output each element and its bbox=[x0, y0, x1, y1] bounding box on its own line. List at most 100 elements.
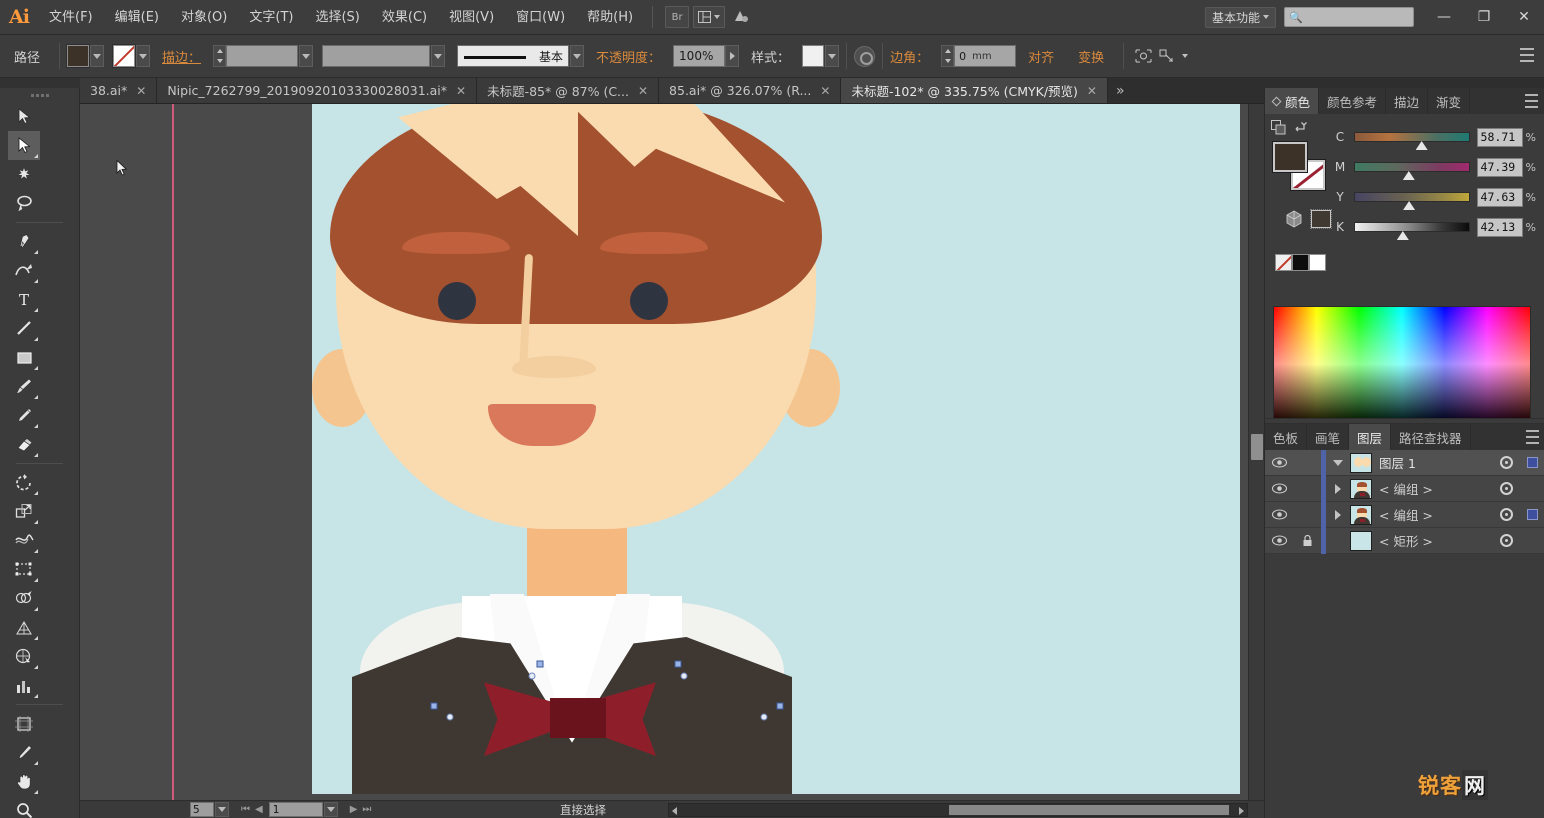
graphic-style-dropdown[interactable] bbox=[825, 45, 839, 67]
stroke-weight-dropdown[interactable] bbox=[299, 45, 313, 67]
stroke-weight-field[interactable] bbox=[226, 45, 298, 67]
menu-help[interactable]: 帮助(H) bbox=[576, 0, 644, 35]
corner-radius-field[interactable]: 0 mm bbox=[954, 45, 1016, 67]
opacity-mask-icon[interactable] bbox=[854, 46, 875, 67]
tab-gradient[interactable]: 渐变 bbox=[1428, 88, 1470, 114]
status-tool-label[interactable]: 直接选择 bbox=[560, 802, 606, 818]
artboard-dropdown[interactable] bbox=[324, 802, 338, 817]
eraser-tool[interactable] bbox=[8, 430, 40, 459]
zoom-tool[interactable] bbox=[8, 796, 40, 818]
path-anchor-point[interactable] bbox=[761, 714, 768, 721]
fill-color-control[interactable] bbox=[67, 45, 104, 67]
black-color-button[interactable] bbox=[1292, 254, 1309, 271]
scroll-right-icon[interactable] bbox=[1239, 807, 1244, 815]
slider-knob-k[interactable] bbox=[1397, 231, 1409, 240]
align-label[interactable]: 对齐 bbox=[1028, 47, 1054, 66]
scroll-left-icon[interactable] bbox=[672, 807, 677, 815]
visibility-eye-icon[interactable] bbox=[1265, 483, 1293, 494]
stroke-color-control[interactable] bbox=[113, 45, 150, 67]
layer-target-icon[interactable] bbox=[1493, 508, 1519, 521]
active-color-preview-swatch[interactable] bbox=[1311, 210, 1331, 228]
path-anchor-point[interactable] bbox=[529, 673, 536, 680]
layer-target-icon[interactable] bbox=[1493, 534, 1519, 547]
close-icon[interactable]: ✕ bbox=[456, 84, 466, 98]
swap-fill-stroke-icon[interactable] bbox=[1294, 120, 1309, 135]
stroke-weight-stepper[interactable] bbox=[213, 45, 226, 67]
color-panel-menu-icon[interactable] bbox=[1522, 94, 1538, 108]
layer-disclosure-triangle[interactable] bbox=[1326, 484, 1350, 494]
lock-icon[interactable] bbox=[1293, 534, 1321, 547]
scrollbar-thumb[interactable] bbox=[1251, 434, 1263, 460]
layer-selection-indicator[interactable] bbox=[1519, 457, 1544, 468]
free-transform-tool[interactable] bbox=[8, 555, 40, 584]
pen-tool[interactable] bbox=[8, 227, 40, 256]
fill-stroke-indicator-icon[interactable] bbox=[1271, 120, 1286, 135]
line-segment-tool[interactable] bbox=[8, 314, 40, 343]
layer-row-rect[interactable]: < 矩形 > bbox=[1265, 528, 1544, 554]
menu-file[interactable]: 文件(F) bbox=[38, 0, 104, 35]
document-tab-2[interactable]: 未标题-85* @ 87% (C... ✕ bbox=[477, 78, 659, 103]
layer-target-icon[interactable] bbox=[1493, 482, 1519, 495]
path-anchor-point[interactable] bbox=[681, 673, 688, 680]
type-tool[interactable]: T bbox=[8, 285, 40, 314]
restore-button[interactable]: ❐ bbox=[1464, 0, 1504, 35]
slider-track-y[interactable] bbox=[1354, 192, 1470, 202]
width-tool[interactable] bbox=[8, 526, 40, 555]
canvas-area[interactable] bbox=[80, 104, 1264, 800]
tab-swatches[interactable]: 色板 bbox=[1265, 424, 1307, 450]
chevron-down-icon[interactable] bbox=[1182, 54, 1188, 58]
bridge-icon[interactable]: Br bbox=[665, 6, 689, 28]
close-button[interactable]: ✕ bbox=[1504, 0, 1544, 35]
close-icon[interactable]: ✕ bbox=[820, 84, 830, 98]
none-color-button[interactable] bbox=[1275, 254, 1292, 271]
stroke-weight-control[interactable] bbox=[213, 45, 313, 67]
scale-tool[interactable] bbox=[8, 497, 40, 526]
tab-overflow-button[interactable]: » bbox=[1108, 78, 1133, 103]
layer-row-layer1[interactable]: 图层 1 bbox=[1265, 450, 1544, 476]
color-panel-fill-swatch[interactable] bbox=[1273, 142, 1307, 172]
white-color-button[interactable] bbox=[1309, 254, 1326, 271]
curvature-tool[interactable] bbox=[8, 256, 40, 285]
path-anchor-point[interactable] bbox=[447, 714, 454, 721]
rotate-tool[interactable] bbox=[8, 468, 40, 497]
toolbar-grip[interactable] bbox=[0, 88, 79, 102]
brush-definition-dropdown[interactable] bbox=[570, 45, 584, 67]
slice-tool[interactable] bbox=[8, 738, 40, 767]
menu-select[interactable]: 选择(S) bbox=[304, 0, 370, 35]
visibility-eye-icon[interactable] bbox=[1265, 509, 1293, 520]
transform-label[interactable]: 变换 bbox=[1078, 47, 1104, 66]
artboard[interactable] bbox=[312, 104, 1240, 794]
slider-track-k[interactable] bbox=[1354, 222, 1470, 232]
layer-name[interactable]: < 编组 > bbox=[1379, 505, 1493, 524]
zoom-level-field[interactable]: 5 bbox=[190, 802, 214, 817]
layer-disclosure-triangle[interactable] bbox=[1326, 510, 1350, 520]
path-anchor-point[interactable] bbox=[675, 661, 682, 668]
hand-tool[interactable] bbox=[8, 767, 40, 796]
layer-name[interactable]: < 编组 > bbox=[1379, 479, 1493, 498]
paintbrush-tool[interactable] bbox=[8, 372, 40, 401]
layers-panel-menu-icon[interactable] bbox=[1523, 430, 1539, 444]
previous-artboard-button[interactable]: ◀ bbox=[255, 804, 263, 815]
tab-brushes[interactable]: 画笔 bbox=[1307, 424, 1349, 450]
last-artboard-button[interactable]: ⏭ bbox=[362, 804, 371, 815]
artboard-tool[interactable] bbox=[8, 709, 40, 738]
stock-icon[interactable] bbox=[729, 6, 753, 28]
tab-stroke[interactable]: 描边 bbox=[1386, 88, 1428, 114]
corner-radius-stepper[interactable] bbox=[941, 45, 954, 67]
visibility-eye-icon[interactable] bbox=[1265, 457, 1293, 468]
close-icon[interactable]: ✕ bbox=[136, 84, 146, 98]
search-input[interactable]: 🔍 bbox=[1284, 7, 1414, 27]
fill-dropdown-button[interactable] bbox=[90, 45, 104, 67]
slider-value-m[interactable]: 47.39 bbox=[1477, 158, 1523, 177]
arrange-documents-icon[interactable] bbox=[693, 6, 725, 28]
stroke-dropdown-button[interactable] bbox=[136, 45, 150, 67]
canvas-vertical-scrollbar[interactable] bbox=[1248, 104, 1264, 800]
variable-width-dropdown[interactable] bbox=[431, 45, 445, 67]
tab-color[interactable]: 颜色 bbox=[1265, 88, 1319, 114]
stroke-weight-label[interactable]: 描边： bbox=[162, 47, 201, 66]
tab-color-guide[interactable]: 颜色参考 bbox=[1319, 88, 1386, 114]
variable-width-profile-field[interactable] bbox=[322, 45, 430, 67]
pencil-tool[interactable] bbox=[8, 401, 40, 430]
tab-pathfinder[interactable]: 路径查找器 bbox=[1391, 424, 1471, 450]
layer-name[interactable]: < 矩形 > bbox=[1379, 531, 1493, 550]
